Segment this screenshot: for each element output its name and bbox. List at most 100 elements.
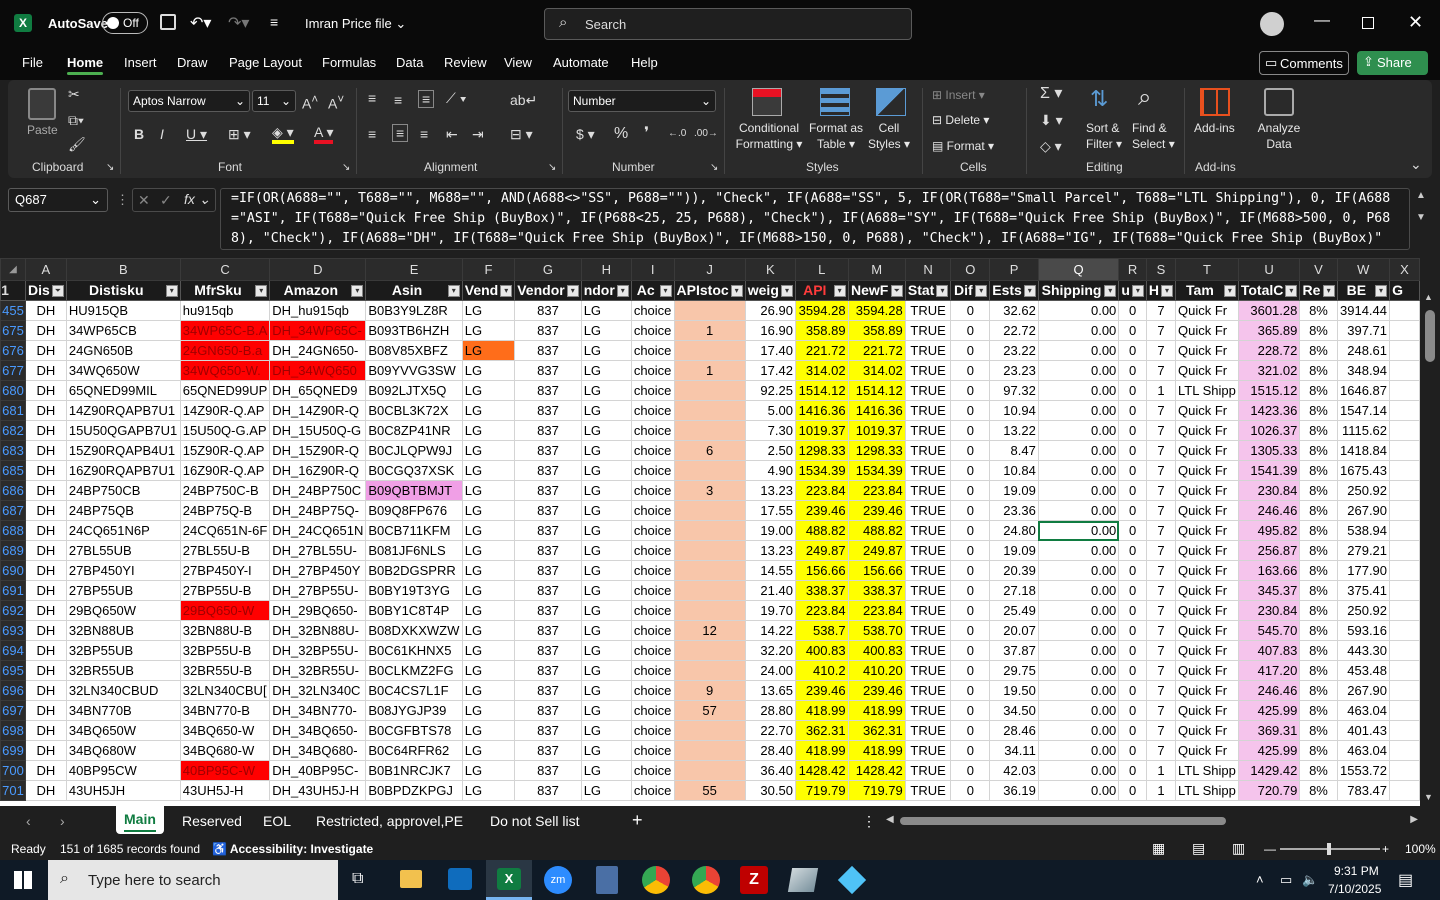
font-color-icon[interactable]: A ▾ xyxy=(314,124,334,144)
cell[interactable]: 0.00 xyxy=(1037,760,1120,781)
cell[interactable]: choice xyxy=(630,740,675,761)
cell[interactable]: 0 xyxy=(1118,460,1147,481)
cell[interactable]: 34BN770-B xyxy=(179,700,271,721)
cell[interactable]: 7 xyxy=(1145,400,1177,421)
cell[interactable]: DH_34WP65C- xyxy=(269,320,367,341)
cell[interactable]: 0 xyxy=(1118,620,1147,641)
taskbar-date[interactable]: 7/10/2025 xyxy=(1328,882,1381,896)
cell[interactable]: DH_24BP75Q- xyxy=(269,500,367,521)
cell[interactable]: LG xyxy=(580,780,632,801)
cell[interactable]: B0CGQ37XSK xyxy=(365,460,463,481)
cell[interactable]: LG xyxy=(461,680,516,701)
h-scroll-thumb[interactable] xyxy=(900,817,1226,825)
cell[interactable]: 97.32 xyxy=(989,380,1039,401)
cell[interactable] xyxy=(1389,680,1420,701)
cell[interactable]: DH xyxy=(24,520,67,541)
cell[interactable]: 27BL55U-B xyxy=(179,540,271,561)
cell[interactable]: 0.00 xyxy=(1037,340,1120,361)
row-header[interactable]: 691 xyxy=(0,580,26,601)
cell[interactable]: 0 xyxy=(1118,660,1147,681)
cell-styles-icon[interactable] xyxy=(876,88,906,116)
cell[interactable]: 837 xyxy=(514,700,582,721)
cell[interactable]: 7 xyxy=(1145,620,1177,641)
calculator-icon[interactable] xyxy=(596,866,618,894)
cell[interactable]: 1429.42 xyxy=(1237,760,1301,781)
column-header[interactable]: K xyxy=(744,258,796,281)
table-header-cell[interactable]: Re ▾ xyxy=(1299,280,1338,301)
column-header[interactable]: W xyxy=(1336,258,1391,281)
cell[interactable]: DH xyxy=(24,400,67,421)
cell[interactable]: 32.62 xyxy=(989,300,1039,321)
cell[interactable]: 65QNED99MIL xyxy=(65,380,181,401)
cell[interactable]: 720.79 xyxy=(1237,780,1301,801)
row-header[interactable]: 676 xyxy=(0,340,26,361)
cell[interactable]: 17.40 xyxy=(744,340,796,361)
increase-decimal-icon[interactable]: ←.0 xyxy=(668,126,686,142)
cell[interactable]: 425.99 xyxy=(1237,700,1301,721)
filter-dropdown-icon[interactable]: ▾ xyxy=(780,285,793,297)
cell[interactable]: 837 xyxy=(514,760,582,781)
cell[interactable]: 0.00 xyxy=(1037,540,1120,561)
cell[interactable]: 0.00 xyxy=(1037,480,1120,501)
cell[interactable]: 8% xyxy=(1299,340,1338,361)
chrome-icon[interactable] xyxy=(642,866,670,894)
cell[interactable]: 223.84 xyxy=(847,600,906,621)
cell[interactable]: 0 xyxy=(950,540,991,561)
cell[interactable]: B0C64RFR62 xyxy=(365,740,463,761)
cell[interactable]: DH_15U50Q-G xyxy=(269,420,367,441)
spreadsheet-grid[interactable]: ◢ A B C D E F G H I J K L M N O P Q R S T U V W X 1 Dis ⏷ Distisku ▾ M… xyxy=(0,258,1420,806)
cell[interactable]: DH xyxy=(24,320,67,341)
cell[interactable]: 0.00 xyxy=(1037,400,1120,421)
fill-icon[interactable]: ⬇ ▾ xyxy=(1040,112,1063,128)
comma-style-icon[interactable]: ❜ xyxy=(644,126,649,142)
cell[interactable]: DH_24BP750C xyxy=(269,480,367,501)
cell[interactable]: DH xyxy=(24,460,67,481)
cell[interactable]: 22.70 xyxy=(744,720,796,741)
cell[interactable]: 24GN650B xyxy=(65,340,181,361)
cell[interactable]: 239.46 xyxy=(794,680,849,701)
cell[interactable]: 19.70 xyxy=(744,600,796,621)
menu-view[interactable]: View xyxy=(504,55,532,70)
cell[interactable]: LG xyxy=(580,320,632,341)
filter-dropdown-icon[interactable]: ▾ xyxy=(165,285,178,297)
add-ins-icon[interactable] xyxy=(1200,88,1230,116)
cell[interactable]: LG xyxy=(580,520,632,541)
row-header[interactable]: 696 xyxy=(0,680,26,701)
column-header[interactable]: T xyxy=(1175,258,1239,281)
cell[interactable]: Quick Fr xyxy=(1175,400,1239,421)
cell[interactable]: 34WQ650-W. xyxy=(179,360,271,381)
cell[interactable]: choice xyxy=(630,720,675,741)
cell[interactable]: 19.50 xyxy=(989,680,1039,701)
row-header[interactable]: 677 xyxy=(0,360,26,381)
scroll-left-icon[interactable]: ◀ xyxy=(886,814,894,825)
cell[interactable]: choice xyxy=(630,700,675,721)
table-header-cell[interactable]: NewF ⏷ xyxy=(847,280,906,301)
cell[interactable]: DH xyxy=(24,700,67,721)
cell[interactable]: 1298.33 xyxy=(847,440,906,461)
cell[interactable]: B08V85XBFZ xyxy=(365,340,463,361)
cell[interactable]: DH_27BP450Y xyxy=(269,560,367,581)
column-header[interactable]: D xyxy=(269,258,367,281)
cell[interactable]: DH_32BR55U- xyxy=(269,660,367,681)
cell[interactable]: LG xyxy=(461,320,516,341)
cell[interactable]: LG xyxy=(461,440,516,461)
cell[interactable]: 0.00 xyxy=(1037,500,1120,521)
cell-styles-button[interactable]: Cell Styles ▾ xyxy=(866,120,912,152)
cell[interactable]: 0.00 xyxy=(1037,700,1120,721)
cell[interactable]: 248.61 xyxy=(1336,340,1391,361)
cell[interactable]: 837 xyxy=(514,720,582,741)
cell[interactable]: 1514.12 xyxy=(794,380,849,401)
cell[interactable]: 4.90 xyxy=(744,460,796,481)
taskbar-search[interactable]: ⌕ Type here to search xyxy=(48,860,338,900)
cell[interactable]: B0B2DGSPRR xyxy=(365,560,463,581)
column-header[interactable]: N xyxy=(904,258,952,281)
cell[interactable]: 239.46 xyxy=(794,500,849,521)
cell[interactable]: 314.02 xyxy=(847,360,906,381)
cell[interactable]: 1553.72 xyxy=(1336,760,1391,781)
filter-dropdown-icon[interactable]: ▾ xyxy=(1131,285,1144,297)
cell[interactable]: DH_24CQ651N xyxy=(269,520,367,541)
page-break-view-icon[interactable]: ▥ xyxy=(1232,840,1245,857)
align-top-icon[interactable]: ≡ xyxy=(368,90,376,106)
cell[interactable]: 27BP55UB xyxy=(65,580,181,601)
cell[interactable]: 30.50 xyxy=(744,780,796,801)
